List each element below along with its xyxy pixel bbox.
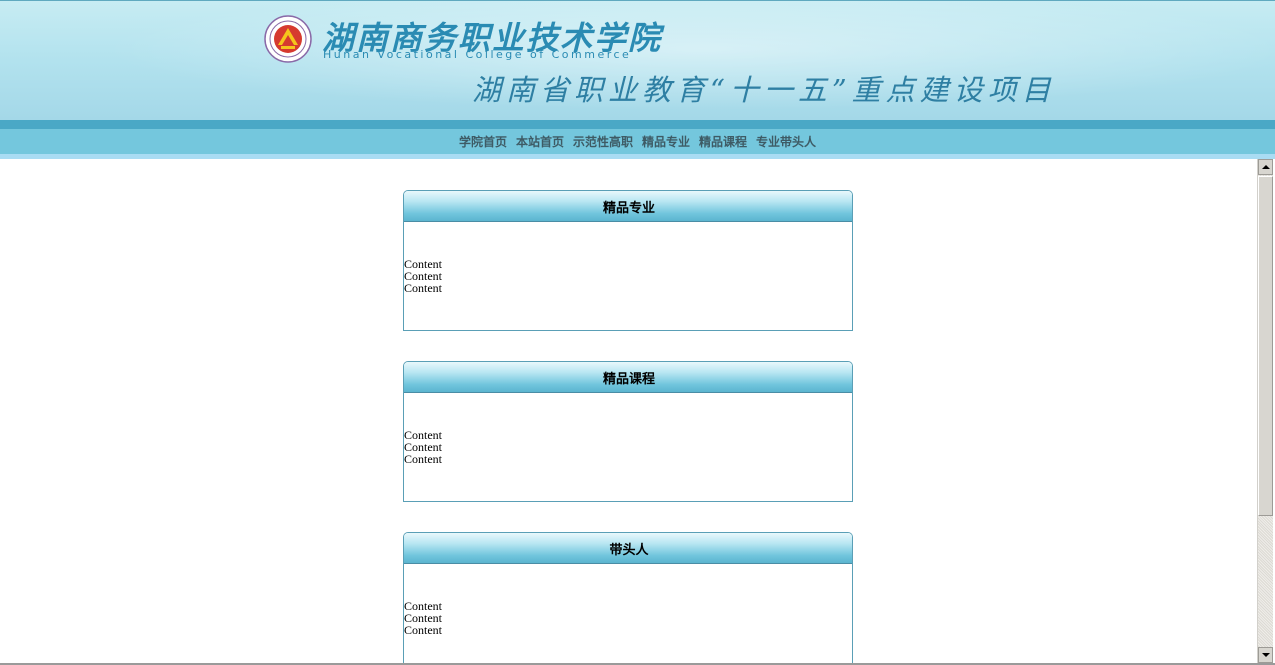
panel-content: Content Content Content: [404, 600, 442, 636]
arrow-down-icon: [1261, 653, 1270, 657]
arrow-up-icon: [1261, 165, 1270, 169]
panel-header: 精品课程: [404, 362, 852, 393]
panel-header: 带头人: [404, 533, 852, 564]
panel-content: Content Content Content: [404, 429, 442, 465]
content-line: Content: [404, 281, 442, 295]
panel-title: 带头人: [609, 542, 649, 558]
nav-link-demonstration[interactable]: 示范性高职: [573, 133, 633, 150]
nav-top-strip: [0, 120, 1275, 129]
nav-link-quality-majors[interactable]: 精品专业: [642, 133, 690, 150]
nav-link-site-home[interactable]: 本站首页: [516, 133, 564, 150]
panel-content: Content Content Content: [404, 258, 442, 294]
scroll-thumb[interactable]: [1258, 176, 1273, 516]
project-slogan: 湖南省职业教育“十一五”重点建设项目: [472, 73, 1056, 107]
scroll-down-button[interactable]: [1258, 647, 1273, 663]
panel-title: 精品专业: [602, 200, 655, 216]
nav-link-quality-courses[interactable]: 精品课程: [699, 133, 747, 150]
content-line: Content: [404, 452, 442, 466]
school-name-english: Hunan Vocational College of Commerce: [323, 48, 632, 61]
nav-link-program-leaders[interactable]: 专业带头人: [756, 133, 816, 150]
vertical-scrollbar[interactable]: [1257, 159, 1273, 663]
nav-bottom-strip: [0, 154, 1275, 159]
main-nav: 学院首页 本站首页 示范性高职 精品专业 精品课程 专业带头人: [0, 129, 1275, 154]
college-emblem-icon: [264, 15, 312, 63]
scroll-up-button[interactable]: [1258, 159, 1273, 175]
nav-link-college-home[interactable]: 学院首页: [459, 133, 507, 150]
panel-header: 精品专业: [404, 191, 852, 222]
panel-quality-majors: 精品专业 Content Content Content: [403, 190, 853, 331]
panel-program-leaders: 带头人 Content Content Content: [403, 532, 853, 665]
panel-quality-courses: 精品课程 Content Content Content: [403, 361, 853, 502]
header-banner: 湖南商务职业技术学院 Hunan Vocational College of C…: [0, 0, 1275, 121]
panel-title: 精品课程: [602, 371, 655, 387]
content-line: Content: [404, 623, 442, 637]
